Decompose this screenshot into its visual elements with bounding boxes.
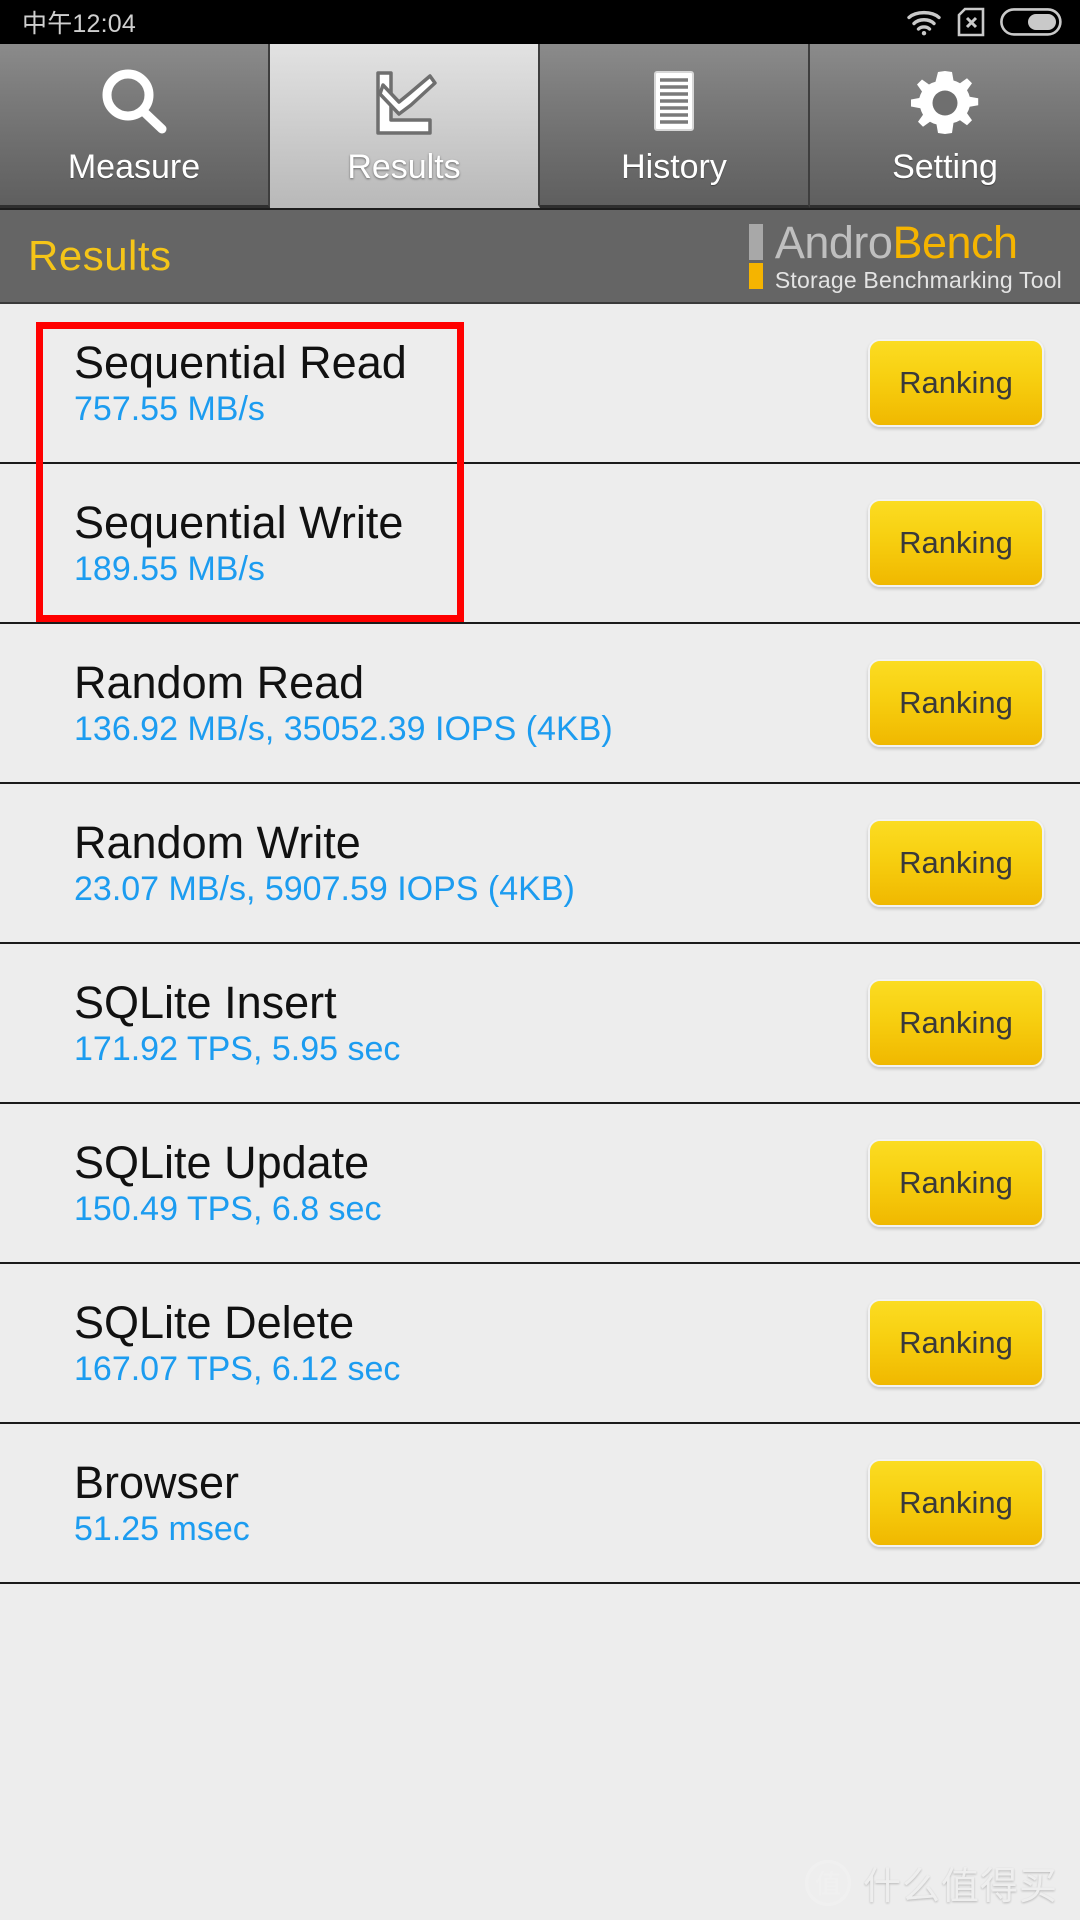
- benchmark-name: SQLite Update: [74, 1136, 370, 1188]
- results-list: Sequential Read 757.55 MB/s Ranking Sequ…: [0, 304, 1080, 1584]
- logo-bars-icon: [748, 223, 763, 289]
- watermark-text: 什么值得买: [862, 1866, 1058, 1908]
- brand-name-part2: Bench: [892, 217, 1018, 268]
- tab-label-results: Results: [347, 147, 461, 186]
- ranking-button[interactable]: Ranking: [868, 819, 1044, 907]
- benchmark-value: 150.49 TPS, 6.8 sec: [74, 1189, 382, 1228]
- row-texts: Sequential Write 189.55 MB/s: [74, 496, 868, 588]
- brand-text: AndroBench Storage Benchmarking Tool: [775, 220, 1062, 292]
- ranking-button[interactable]: Ranking: [868, 1459, 1044, 1547]
- page-title: Results: [28, 232, 172, 279]
- brand-name-part1: Andro: [774, 217, 893, 268]
- ranking-button[interactable]: Ranking: [868, 339, 1044, 427]
- ranking-button[interactable]: Ranking: [868, 499, 1044, 587]
- benchmark-name: Random Read: [74, 656, 365, 708]
- table-row[interactable]: Browser 51.25 msec Ranking: [0, 1424, 1080, 1584]
- row-texts: Random Read 136.92 MB/s, 35052.39 IOPS (…: [74, 656, 868, 748]
- benchmark-value: 189.55 MB/s: [74, 549, 265, 588]
- tab-label-setting: Setting: [892, 147, 998, 186]
- benchmark-value: 167.07 TPS, 6.12 sec: [74, 1349, 401, 1388]
- magnifier-icon: [96, 63, 172, 141]
- app-screen: 中午12:04 Measure Results History Setting …: [0, 0, 1080, 1920]
- benchmark-name: SQLite Insert: [74, 976, 337, 1028]
- main-tab-bar: Measure Results History Setting: [0, 44, 1080, 208]
- brand-subtitle: Storage Benchmarking Tool: [774, 267, 1062, 293]
- ranking-button[interactable]: Ranking: [868, 1299, 1044, 1387]
- ranking-button[interactable]: Ranking: [868, 1139, 1044, 1227]
- table-row[interactable]: SQLite Insert 171.92 TPS, 5.95 sec Ranki…: [0, 944, 1080, 1104]
- sim-card-off-icon: [956, 7, 986, 37]
- row-texts: SQLite Insert 171.92 TPS, 5.95 sec: [74, 976, 868, 1068]
- table-row[interactable]: Random Write 23.07 MB/s, 5907.59 IOPS (4…: [0, 784, 1080, 944]
- tab-results[interactable]: Results: [270, 44, 540, 208]
- row-texts: Sequential Read 757.55 MB/s: [74, 336, 868, 428]
- tab-history[interactable]: History: [540, 44, 810, 208]
- document-lines-icon: [636, 63, 712, 141]
- tab-setting[interactable]: Setting: [810, 44, 1080, 208]
- row-texts: SQLite Delete 167.07 TPS, 6.12 sec: [74, 1296, 868, 1388]
- table-row[interactable]: Sequential Read 757.55 MB/s Ranking: [0, 304, 1080, 464]
- benchmark-name: Browser: [74, 1456, 240, 1508]
- line-chart-icon: [366, 63, 442, 141]
- benchmark-name: Sequential Write: [74, 496, 404, 548]
- page-header: Results AndroBench Storage Benchmarking …: [0, 208, 1080, 304]
- benchmark-name: Sequential Read: [74, 336, 407, 388]
- tab-label-measure: Measure: [67, 147, 201, 186]
- table-row[interactable]: SQLite Update 150.49 TPS, 6.8 sec Rankin…: [0, 1104, 1080, 1264]
- benchmark-name: Random Write: [74, 816, 361, 868]
- tab-measure[interactable]: Measure: [0, 44, 270, 208]
- watermark-badge-icon: 值: [804, 1859, 851, 1906]
- row-texts: Browser 51.25 msec: [74, 1456, 868, 1548]
- table-row[interactable]: Random Read 136.92 MB/s, 35052.39 IOPS (…: [0, 624, 1080, 784]
- benchmark-value: 51.25 msec: [74, 1509, 250, 1548]
- ranking-button[interactable]: Ranking: [868, 659, 1044, 747]
- row-texts: Random Write 23.07 MB/s, 5907.59 IOPS (4…: [74, 816, 868, 908]
- wifi-icon: [906, 8, 942, 36]
- status-icon-group: [906, 7, 1062, 37]
- status-bar: 中午12:04: [0, 0, 1080, 44]
- watermark: 值 什么值得买: [804, 1855, 1058, 1910]
- tab-label-history: History: [621, 147, 727, 186]
- table-row[interactable]: Sequential Write 189.55 MB/s Ranking: [0, 464, 1080, 624]
- table-row[interactable]: SQLite Delete 167.07 TPS, 6.12 sec Ranki…: [0, 1264, 1080, 1424]
- brand-name: AndroBench: [775, 220, 1062, 265]
- battery-icon: [1000, 8, 1062, 36]
- benchmark-value: 23.07 MB/s, 5907.59 IOPS (4KB): [74, 869, 575, 908]
- ranking-button[interactable]: Ranking: [868, 979, 1044, 1067]
- row-texts: SQLite Update 150.49 TPS, 6.8 sec: [74, 1136, 868, 1228]
- androbench-logo: AndroBench Storage Benchmarking Tool: [748, 220, 1062, 292]
- benchmark-name: SQLite Delete: [74, 1296, 355, 1348]
- benchmark-value: 171.92 TPS, 5.95 sec: [74, 1029, 401, 1068]
- benchmark-value: 757.55 MB/s: [74, 389, 265, 428]
- gear-icon: [907, 63, 983, 141]
- status-clock: 中午12:04: [22, 10, 136, 38]
- benchmark-value: 136.92 MB/s, 35052.39 IOPS (4KB): [74, 709, 613, 748]
